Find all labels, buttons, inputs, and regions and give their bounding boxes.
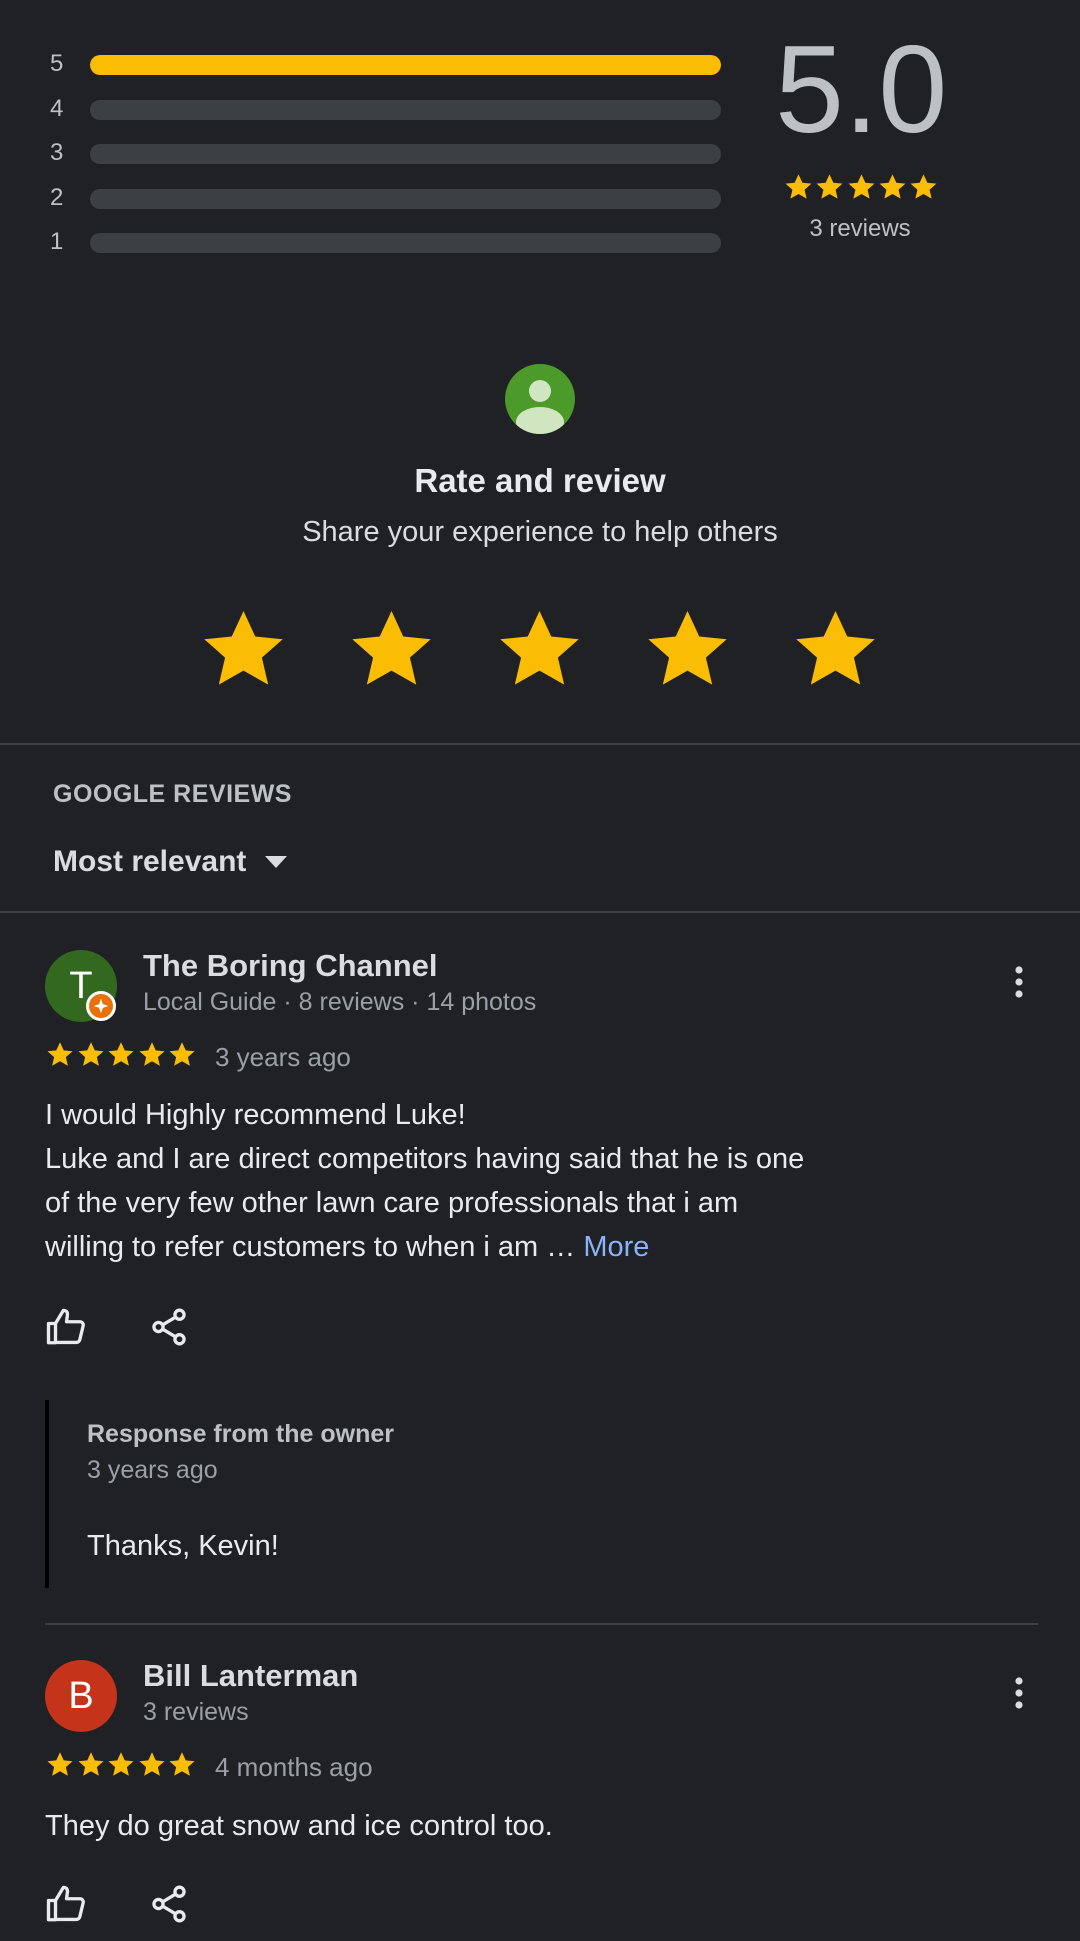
more-options-icon[interactable] <box>1009 965 1029 999</box>
rating-bar-track <box>90 100 721 120</box>
review-text-line: I would Highly recommend Luke! <box>45 1099 466 1131</box>
review-rating-stars <box>45 1750 197 1782</box>
rating-bar-track <box>90 233 721 253</box>
star-icon <box>169 1752 195 1776</box>
divider <box>45 1623 1038 1625</box>
reviewer-meta: Local Guide · 8 reviews · 14 photos <box>143 988 537 1016</box>
review-count: 3 reviews <box>809 215 911 242</box>
review-date: 3 years ago <box>215 1042 351 1072</box>
owner-response-title: Response from the owner <box>87 1420 394 1448</box>
review-text-line: They do great snow and ice control too. <box>45 1810 553 1842</box>
local-guide-badge-icon <box>86 991 116 1021</box>
rate-star-3[interactable] <box>492 604 587 698</box>
review-text-line: of the very few other lawn care professi… <box>45 1187 739 1219</box>
star-icon <box>108 1752 134 1776</box>
rating-summary: 5 4 3 2 1 5.0 3 reviews <box>0 0 1080 280</box>
star-icon <box>910 174 937 199</box>
reviewer-name[interactable]: Bill Lanterman <box>143 1658 358 1694</box>
average-rating-stars <box>783 172 939 206</box>
divider <box>0 911 1080 913</box>
rating-bar-5: 5 <box>50 50 730 77</box>
more-options-icon[interactable] <box>1009 1676 1029 1710</box>
rating-bar-track <box>90 144 721 164</box>
rating-bar-label: 4 <box>50 95 64 122</box>
rating-bar-fill <box>90 55 721 75</box>
owner-response-text: Thanks, Kevin! <box>87 1530 279 1562</box>
owner-response-date: 3 years ago <box>87 1456 218 1484</box>
rating-bar-label: 5 <box>50 50 64 77</box>
star-icon <box>47 1752 73 1776</box>
review-text: I would Highly recommend Luke! Luke and … <box>45 1093 1005 1269</box>
rate-stars <box>196 604 886 698</box>
rating-bar-1: 1 <box>50 228 730 255</box>
like-icon[interactable] <box>45 1883 87 1925</box>
rate-star-1[interactable] <box>196 604 291 698</box>
rating-bar-3: 3 <box>50 139 730 166</box>
rating-bar-2: 2 <box>50 184 730 211</box>
share-icon[interactable] <box>148 1306 190 1348</box>
star-icon <box>108 1042 134 1066</box>
rate-star-5[interactable] <box>788 604 883 698</box>
rate-subtitle: Share your experience to help others <box>302 516 778 548</box>
star-icon <box>78 1752 103 1776</box>
share-icon[interactable] <box>148 1883 190 1925</box>
divider <box>0 743 1080 745</box>
review-date: 4 months ago <box>215 1752 373 1782</box>
review-text-line: willing to refer customers to when i am … <box>45 1225 1005 1269</box>
reviewer-meta: 3 reviews <box>143 1698 249 1726</box>
review-text-line-end: willing to refer customers to when i am … <box>45 1231 584 1263</box>
star-icon <box>47 1042 73 1066</box>
avatar-letter: B <box>68 1674 94 1717</box>
reviewer-avatar[interactable]: B <box>45 1660 117 1732</box>
rating-bar-label: 1 <box>50 228 64 255</box>
owner-response: Response from the owner 3 years ago Than… <box>45 1400 1005 1588</box>
rating-bar-label: 3 <box>50 139 64 166</box>
sort-label: Most relevant <box>53 845 247 878</box>
star-icon <box>139 1752 164 1776</box>
reviewer-name[interactable]: The Boring Channel <box>143 948 438 984</box>
more-link[interactable]: More <box>583 1231 649 1263</box>
like-icon[interactable] <box>45 1306 87 1348</box>
review-text-line: Luke and I are direct competitors having… <box>45 1143 805 1175</box>
star-icon <box>848 174 874 199</box>
sort-dropdown[interactable]: Most relevant <box>53 842 288 882</box>
star-icon <box>785 174 812 199</box>
star-icon <box>879 174 906 199</box>
rate-star-2[interactable] <box>344 604 439 698</box>
average-rating: 5.0 <box>775 21 948 159</box>
dropdown-arrow-icon <box>265 856 288 868</box>
star-icon <box>169 1042 195 1066</box>
rate-title: Rate and review <box>414 462 666 499</box>
rating-bar-track <box>90 189 721 209</box>
rating-bar-track <box>90 55 721 75</box>
person-icon <box>505 364 575 434</box>
star-icon <box>816 174 843 199</box>
reviews-section-label: GOOGLE REVIEWS <box>53 780 292 808</box>
star-icon <box>78 1042 103 1066</box>
review-rating-stars <box>45 1040 197 1072</box>
review-text: They do great snow and ice control too. <box>45 1804 1005 1848</box>
rating-bar-4: 4 <box>50 95 730 122</box>
rating-bar-label: 2 <box>50 184 64 211</box>
rate-star-4[interactable] <box>640 604 735 698</box>
star-icon <box>139 1042 164 1066</box>
